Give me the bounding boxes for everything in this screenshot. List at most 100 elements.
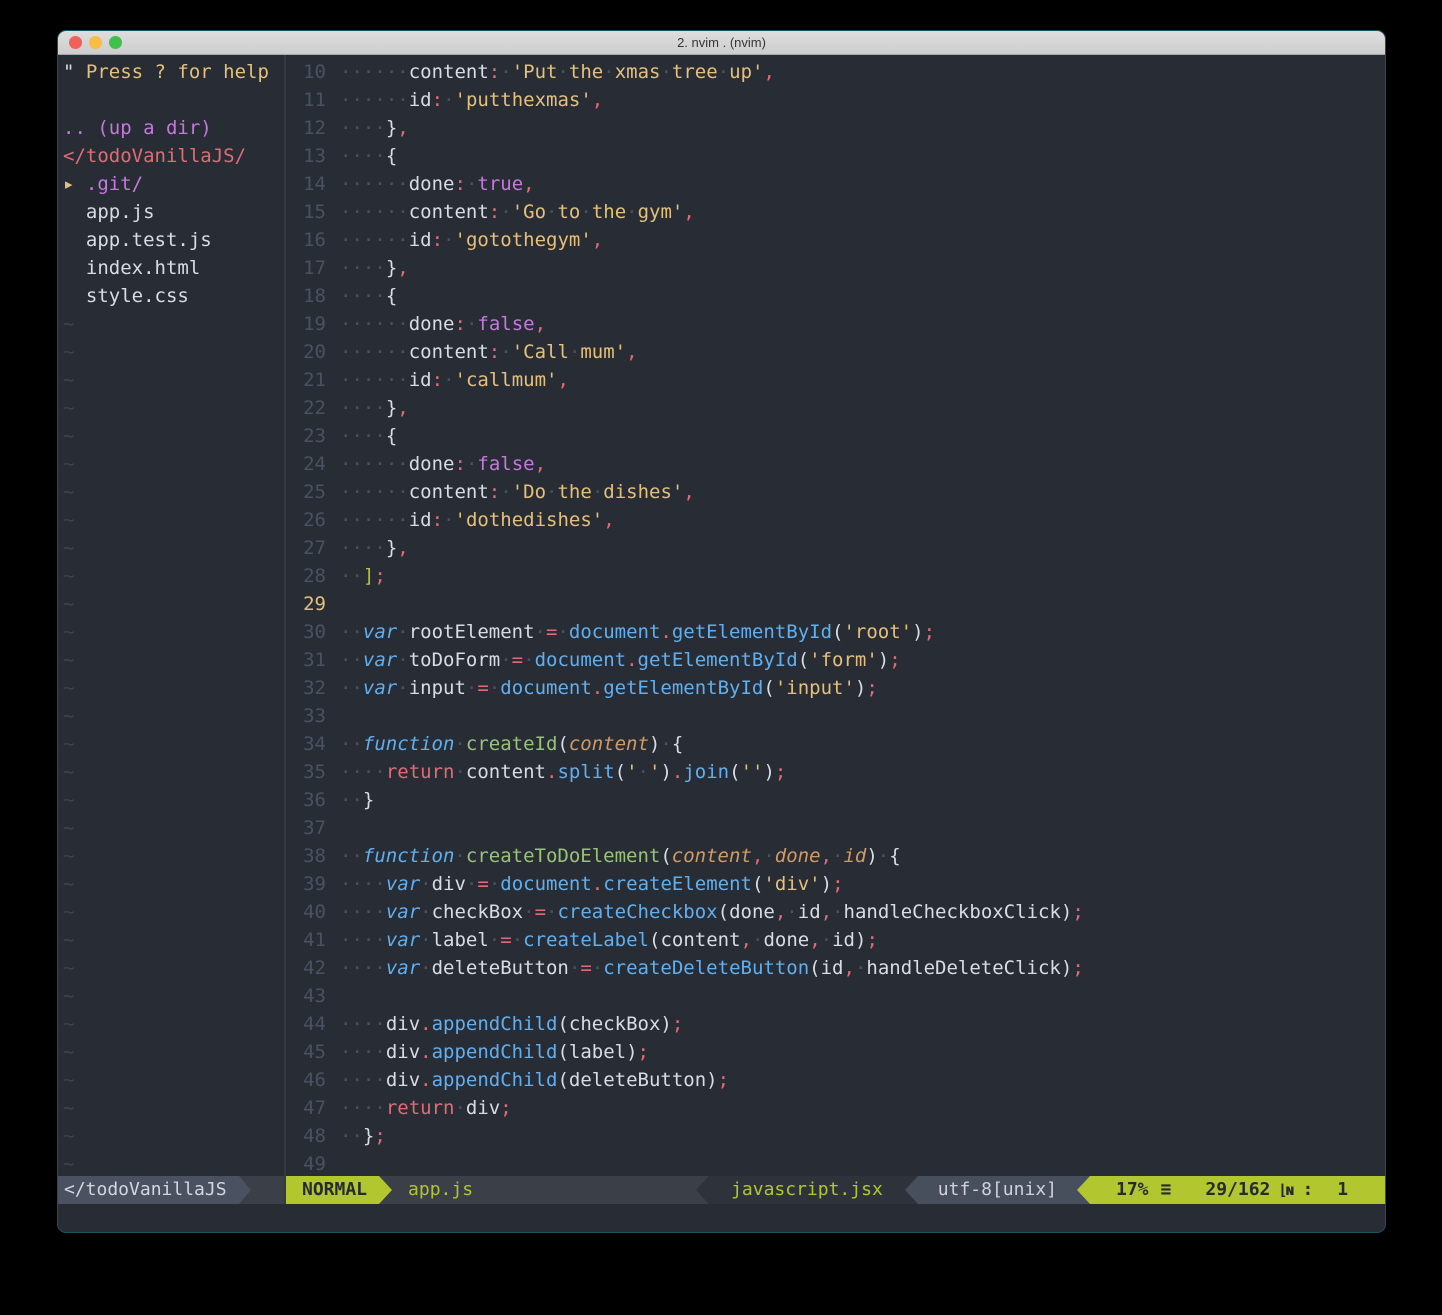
- empty-line-marker: ~: [63, 674, 284, 702]
- line-text: ······id:·'callmum',: [340, 366, 569, 394]
- line-number: 16: [286, 226, 326, 254]
- code-line[interactable]: 32··var·input·=·document.getElementById(…: [286, 674, 1385, 702]
- file-tree[interactable]: " Press ? for help.. (up a dir)</todoVan…: [58, 55, 284, 1176]
- tree-file-index-html[interactable]: index.html: [63, 254, 284, 282]
- code-line[interactable]: 12····},: [286, 114, 1385, 142]
- code-line[interactable]: 22····},: [286, 394, 1385, 422]
- line-number: 12: [286, 114, 326, 142]
- code-line[interactable]: 16······id:·'gotothegym',: [286, 226, 1385, 254]
- nerdtree-sidebar: " Press ? for help.. (up a dir)</todoVan…: [58, 55, 286, 1204]
- line-number: 39: [286, 870, 326, 898]
- line-number: 42: [286, 954, 326, 982]
- code-line[interactable]: 36··}: [286, 786, 1385, 814]
- code-line[interactable]: 41····var·label·=·createLabel(content,·d…: [286, 926, 1385, 954]
- line-text: ····div.appendChild(label);: [340, 1038, 649, 1066]
- line-text: ··var·input·=·document.getElementById('i…: [340, 674, 878, 702]
- tree-dir-git[interactable]: ▸ .git/: [63, 170, 284, 198]
- line-text: ··];: [340, 562, 386, 590]
- command-line: [58, 1204, 1385, 1232]
- code-line[interactable]: 37: [286, 814, 1385, 842]
- code-line[interactable]: 34··function·createId(content)·{: [286, 730, 1385, 758]
- line-text: ····var·label·=·createLabel(content,·don…: [340, 926, 878, 954]
- empty-line-marker: ~: [63, 394, 284, 422]
- code-line[interactable]: 38··function·createToDoElement(content,·…: [286, 842, 1385, 870]
- code-line[interactable]: 31··var·toDoForm·=·document.getElementBy…: [286, 646, 1385, 674]
- code-line[interactable]: 13····{: [286, 142, 1385, 170]
- code-line[interactable]: 26 ······id:·'dothedishes',: [286, 506, 1385, 534]
- statusline-filetype: javascript.jsx: [709, 1176, 905, 1204]
- code-line[interactable]: 43: [286, 982, 1385, 1010]
- line-number: 13: [286, 142, 326, 170]
- code-line[interactable]: 45····div.appendChild(label);: [286, 1038, 1385, 1066]
- code-line[interactable]: 10······content:·'Put·the·xmas·tree·up',: [286, 58, 1385, 86]
- code-line[interactable]: 25······content:·'Do·the·dishes',: [286, 478, 1385, 506]
- code-line[interactable]: 35····return·content.split('·').join('')…: [286, 758, 1385, 786]
- code-line[interactable]: 30··var·rootElement·=·document.getElemen…: [286, 618, 1385, 646]
- minimize-button[interactable]: [89, 36, 102, 49]
- editor-pane: 10······content:·'Put·the·xmas·tree·up',…: [286, 55, 1385, 1204]
- line-text: ··var·toDoForm·=·document.getElementById…: [340, 646, 901, 674]
- line-text: ······done:·true,: [340, 170, 535, 198]
- line-number: 23: [286, 422, 326, 450]
- empty-line-marker: ~: [63, 786, 284, 814]
- cursor-line-of-total: 29/162: [1205, 1176, 1270, 1204]
- code-line[interactable]: 17····},: [286, 254, 1385, 282]
- code-line[interactable]: 48··};: [286, 1122, 1385, 1150]
- close-button[interactable]: [69, 36, 82, 49]
- code-line[interactable]: 47····return·div;: [286, 1094, 1385, 1122]
- line-text: ······id:·'putthexmas',: [340, 86, 603, 114]
- empty-line-marker: ~: [63, 646, 284, 674]
- line-text: ····},: [340, 254, 409, 282]
- empty-line-marker: ~: [63, 1066, 284, 1094]
- tree-root[interactable]: </todoVanillaJS/: [63, 142, 284, 170]
- empty-line-marker: ~: [63, 842, 284, 870]
- code-line[interactable]: 23····{: [286, 422, 1385, 450]
- code-line[interactable]: 19······done:·false,: [286, 310, 1385, 338]
- line-text: ··function·createId(content)·{: [340, 730, 683, 758]
- tree-up-dir[interactable]: .. (up a dir): [63, 114, 284, 142]
- line-number: 26: [286, 506, 326, 534]
- line-text: ····{: [340, 282, 397, 310]
- code-line[interactable]: 20······content:·'Call·mum',: [286, 338, 1385, 366]
- code-line[interactable]: 28··];: [286, 562, 1385, 590]
- code-line[interactable]: 46····div.appendChild(deleteButton);: [286, 1066, 1385, 1094]
- code-line[interactable]: 15······content:·'Go·to·the·gym',: [286, 198, 1385, 226]
- line-text: ······id:·'dothedishes',: [340, 506, 615, 534]
- code-line[interactable]: 21······id:·'callmum',: [286, 366, 1385, 394]
- line-text: ····var·deleteButton·=·createDeleteButto…: [340, 954, 1084, 982]
- empty-line-marker: ~: [63, 338, 284, 366]
- empty-line-marker: ~: [63, 702, 284, 730]
- code-line[interactable]: 11······id:·'putthexmas',: [286, 86, 1385, 114]
- zoom-button[interactable]: [109, 36, 122, 49]
- line-number: 36: [286, 786, 326, 814]
- line-number: 18: [286, 282, 326, 310]
- code-line[interactable]: 27····},: [286, 534, 1385, 562]
- line-text: ······content:·'Put·the·xmas·tree·up',: [340, 58, 775, 86]
- line-text: ······done:·false,: [340, 310, 546, 338]
- code-line[interactable]: 33: [286, 702, 1385, 730]
- line-number: 40: [286, 898, 326, 926]
- line-number: 43: [286, 982, 326, 1010]
- code-line[interactable]: 14······done:·true,: [286, 170, 1385, 198]
- tree-file-app-test-js[interactable]: app.test.js: [63, 226, 284, 254]
- empty-line-marker: ~: [63, 1122, 284, 1150]
- line-text: ····},: [340, 534, 409, 562]
- line-text: ····var·div·=·document.createElement('di…: [340, 870, 844, 898]
- code-line[interactable]: 18 ····{: [286, 282, 1385, 310]
- line-number: 35: [286, 758, 326, 786]
- code-area[interactable]: 10······content:·'Put·the·xmas·tree·up',…: [286, 55, 1385, 1176]
- code-line[interactable]: 24······done:·false,: [286, 450, 1385, 478]
- title-bar[interactable]: 2. nvim . (nvim): [58, 31, 1385, 55]
- empty-line-marker: ~: [63, 1150, 284, 1176]
- code-line[interactable]: 44····div.appendChild(checkBox);: [286, 1010, 1385, 1038]
- tree-file-app-js[interactable]: app.js: [63, 198, 284, 226]
- code-line[interactable]: 40····var·checkBox·=·createCheckbox(done…: [286, 898, 1385, 926]
- code-line[interactable]: 29: [286, 590, 1385, 618]
- code-line[interactable]: 39 ····var·div·=·document.createElement('…: [286, 870, 1385, 898]
- column-separator: :: [1302, 1176, 1313, 1204]
- code-line[interactable]: 49: [286, 1150, 1385, 1176]
- tree-file-style-css[interactable]: style.css: [63, 282, 284, 310]
- code-line[interactable]: 42 ····var·deleteButton·=·createDeleteBut…: [286, 954, 1385, 982]
- empty-line-marker: ~: [63, 758, 284, 786]
- empty-line-marker: ~: [63, 814, 284, 842]
